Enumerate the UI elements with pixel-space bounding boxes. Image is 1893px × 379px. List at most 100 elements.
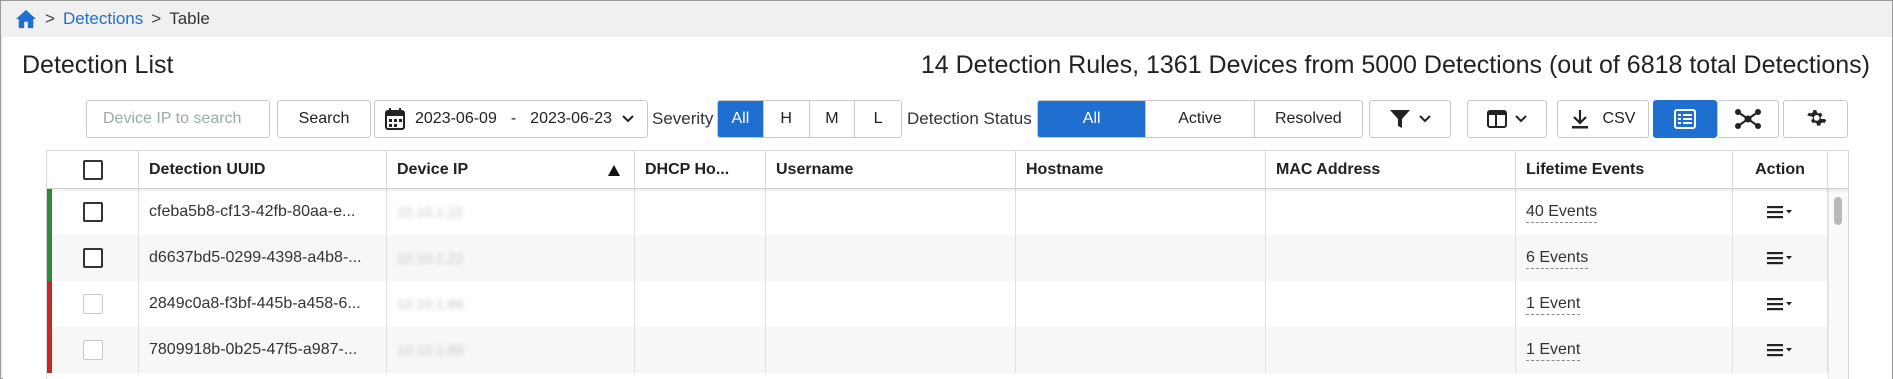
columns-dropdown-button[interactable] <box>1467 100 1547 138</box>
device-ip-value: 10.10.1.22 <box>397 250 464 266</box>
row-checkbox[interactable] <box>82 202 103 222</box>
filter-icon <box>1390 110 1410 128</box>
table-row[interactable]: d6637bd5-0299-4398-a4b8-... 10.10.1.22 6 E… <box>47 235 1848 281</box>
breadcrumb-separator: > <box>151 9 162 28</box>
table-row[interactable]: cfeba5b8-cf13-42fb-80aa-e... 10.10.1.22 40… <box>47 189 1848 235</box>
table-row[interactable]: 2849c0a8-f3bf-445b-a458-6... 10.10.1.89 1 … <box>47 281 1848 327</box>
severity-indicator <box>47 281 52 327</box>
row-menu-icon[interactable] <box>1767 205 1793 219</box>
list-view-icon <box>1674 109 1696 129</box>
column-header-detection-uuid[interactable]: Detection UUID <box>139 151 387 188</box>
breadcrumb-current: Table <box>169 9 210 28</box>
cell-action <box>1733 327 1828 373</box>
search-button[interactable]: Search <box>277 100 371 138</box>
cell-hostname <box>1016 281 1266 327</box>
severity-low-button[interactable]: L <box>855 101 901 137</box>
row-checkbox[interactable] <box>82 294 103 314</box>
cell-detection-uuid[interactable]: 2849c0a8-f3bf-445b-a458-6... <box>139 281 387 327</box>
cell-username <box>766 327 1016 373</box>
breadcrumb-separator: > <box>45 9 55 28</box>
scrollbar-thumb[interactable] <box>1834 197 1842 225</box>
detections-table: Detection UUID Device IP DHCP Ho... User… <box>46 150 1849 379</box>
cell-device-ip: 10.10.1.22 <box>387 189 635 235</box>
cell-lifetime-events: 1 Event <box>1516 281 1733 327</box>
date-separator: - <box>510 110 517 127</box>
column-header-dhcp-hostname[interactable]: DHCP Ho... <box>635 151 766 188</box>
cell-detection-uuid[interactable]: 7809918b-0b25-47f5-a987-... <box>139 327 387 373</box>
date-range-picker[interactable]: 2023-06-09 - 2023-06-23 <box>374 100 648 138</box>
detection-summary: 14 Detection Rules, 1361 Devices from 50… <box>920 51 1870 79</box>
cell-detection-uuid[interactable]: d6637bd5-0299-4398-a4b8-... <box>139 235 387 281</box>
download-icon <box>1571 110 1588 129</box>
toolbar: Device IP to search Search 2023-06-09 - … <box>3 100 1892 138</box>
app-frame: > Detections > Table Detection List 14 D… <box>0 0 1893 379</box>
cell-dhcp-hostname <box>635 189 766 235</box>
cell-username <box>766 189 1016 235</box>
column-header-action: Action <box>1733 151 1828 188</box>
csv-export-button[interactable]: CSV <box>1557 100 1649 138</box>
cell-device-ip: 10.10.1.89 <box>387 281 635 327</box>
lifetime-events-link[interactable]: 6 Events <box>1526 248 1589 269</box>
lifetime-events-link[interactable]: 1 Event <box>1526 340 1581 361</box>
cell-lifetime-events: 40 Events <box>1516 189 1733 235</box>
home-icon[interactable] <box>15 9 37 29</box>
select-all-checkbox[interactable] <box>82 159 103 180</box>
status-active-button[interactable]: Active <box>1146 101 1255 137</box>
cell-action <box>1733 189 1828 235</box>
column-header-username[interactable]: Username <box>766 151 1016 188</box>
breadcrumb: > Detections > Table <box>15 7 210 31</box>
row-checkbox[interactable] <box>82 340 103 360</box>
graph-view-button[interactable] <box>1717 100 1779 138</box>
severity-indicator <box>47 235 52 281</box>
severity-medium-button[interactable]: M <box>810 101 856 137</box>
vertical-scrollbar[interactable] <box>1828 189 1848 379</box>
column-header-device-ip[interactable]: Device IP <box>387 151 635 188</box>
status-resolved-button[interactable]: Resolved <box>1255 101 1362 137</box>
detection-list-panel: Detection List 14 Detection Rules, 1361 … <box>3 37 1892 379</box>
cell-action <box>1733 281 1828 327</box>
settings-button[interactable] <box>1783 100 1848 138</box>
table-row[interactable]: 7809918b-0b25-47f5-a987-... 10.10.1.89 1 E… <box>47 327 1848 373</box>
cell-dhcp-hostname <box>635 281 766 327</box>
cell-mac-address <box>1266 235 1516 281</box>
filter-dropdown-button[interactable] <box>1369 100 1451 138</box>
columns-icon <box>1487 110 1507 128</box>
severity-high-button[interactable]: H <box>764 101 810 137</box>
list-view-button[interactable] <box>1653 100 1717 138</box>
cell-username <box>766 281 1016 327</box>
cell-action <box>1733 235 1828 281</box>
severity-all-button[interactable]: All <box>718 101 764 137</box>
chevron-down-icon <box>1515 115 1527 123</box>
cell-mac-address <box>1266 327 1516 373</box>
page-title: Detection List <box>22 51 174 79</box>
csv-label: CSV <box>1602 110 1636 127</box>
row-menu-icon[interactable] <box>1767 297 1793 311</box>
cell-device-ip: 10.10.1.89 <box>387 327 635 373</box>
cell-mac-address <box>1266 189 1516 235</box>
device-ip-value: 10.10.1.89 <box>397 296 464 312</box>
cell-mac-address <box>1266 281 1516 327</box>
select-all-cell <box>47 151 139 188</box>
row-select-cell <box>47 235 139 281</box>
row-menu-icon[interactable] <box>1767 251 1793 265</box>
column-header-label: Device IP <box>397 160 469 178</box>
column-header-lifetime-events[interactable]: Lifetime Events <box>1516 151 1733 188</box>
status-all-button[interactable]: All <box>1038 101 1147 137</box>
row-select-cell <box>47 281 139 327</box>
cell-lifetime-events: 1 Event <box>1516 327 1733 373</box>
cell-detection-uuid[interactable]: cfeba5b8-cf13-42fb-80aa-e... <box>139 189 387 235</box>
calendar-icon <box>385 108 405 130</box>
row-menu-icon[interactable] <box>1767 343 1793 357</box>
column-header-mac-address[interactable]: MAC Address <box>1266 151 1516 188</box>
gear-icon <box>1806 110 1826 126</box>
search-input[interactable]: Device IP to search <box>86 100 270 138</box>
breadcrumb-detections-link[interactable]: Detections <box>63 9 143 29</box>
lifetime-events-link[interactable]: 40 Events <box>1526 202 1598 223</box>
row-checkbox[interactable] <box>82 248 103 268</box>
column-header-hostname[interactable]: Hostname <box>1016 151 1266 188</box>
chevron-down-icon <box>1419 115 1431 123</box>
lifetime-events-link[interactable]: 1 Event <box>1526 294 1581 315</box>
graph-view-icon <box>1735 109 1761 129</box>
severity-filter: All H M L <box>717 100 902 138</box>
date-start: 2023-06-09 <box>415 110 497 127</box>
